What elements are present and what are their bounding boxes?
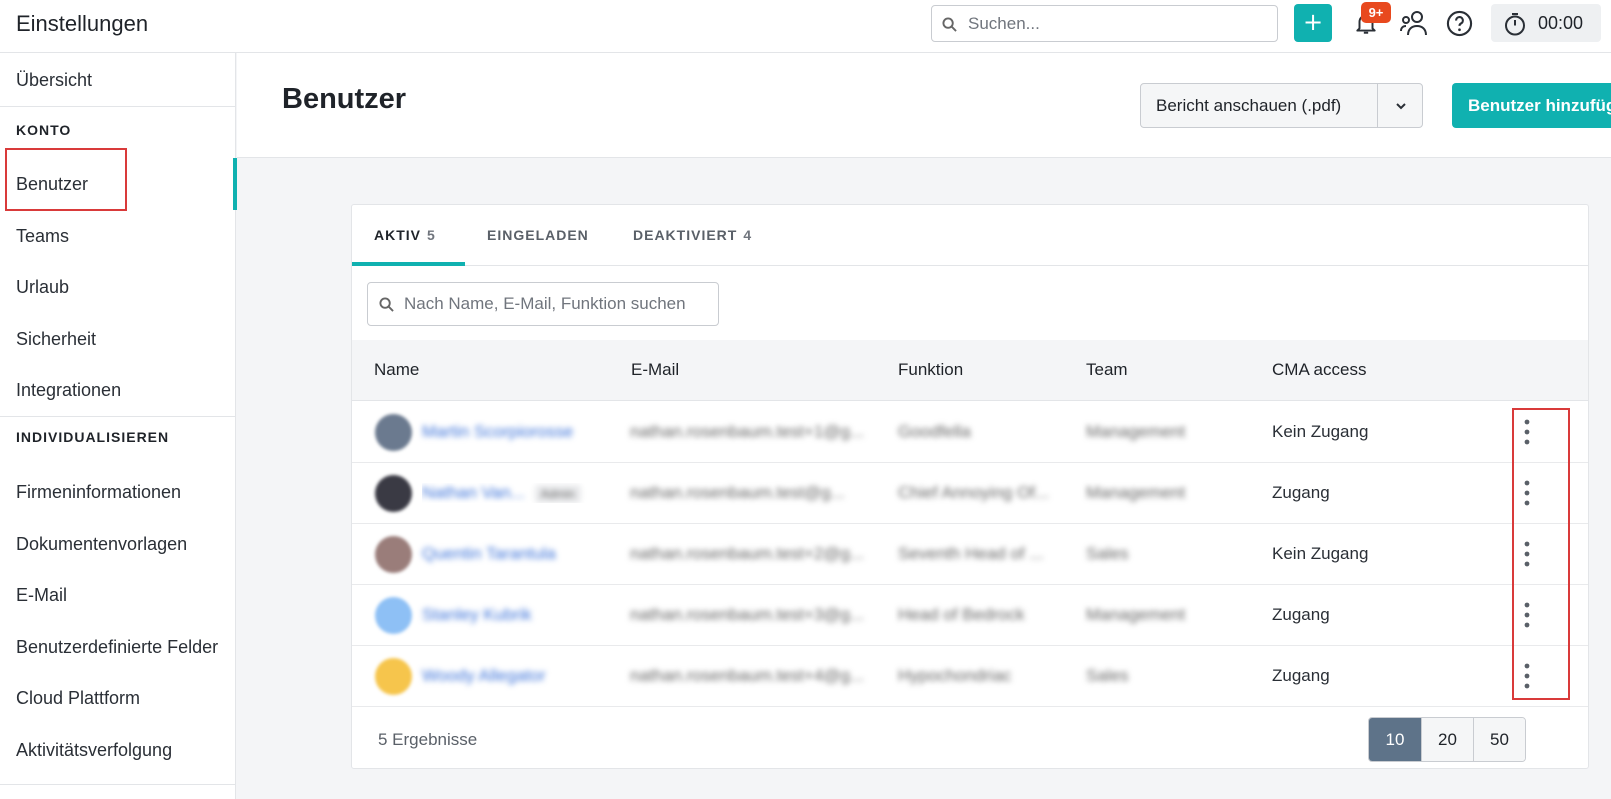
user-filter-input[interactable] [404, 292, 709, 316]
add-new-button[interactable]: + [1294, 4, 1332, 42]
tab-deactivated[interactable]: DEAKTIVIERT 4 [633, 227, 752, 243]
avatar [375, 475, 412, 512]
sidebar-item-overview[interactable]: Übersicht [0, 54, 236, 106]
tab-label: EINGELADEN [487, 227, 589, 243]
table-row[interactable]: Woody Allegator nathan.rosenbaum.test+4@… [352, 646, 1588, 707]
active-tab-indicator [352, 262, 465, 266]
user-function: Head of Bedrock [898, 605, 1025, 624]
report-button-label[interactable]: Bericht anschauen (.pdf) [1156, 96, 1341, 116]
user-name-link[interactable]: Woody Allegator [422, 666, 602, 686]
add-user-button[interactable]: Benutzer hinzufügen [1452, 83, 1611, 128]
user-function: Hypochondriac [898, 666, 1012, 685]
chevron-down-icon [1396, 103, 1406, 110]
cma-access-value: Kein Zugang [1272, 422, 1369, 441]
user-email: nathan.rosenbaum.test+3@g... [630, 605, 865, 624]
global-search[interactable] [931, 5, 1278, 42]
column-header-cma-access[interactable]: CMA access [1272, 360, 1366, 380]
global-search-input[interactable] [968, 12, 1268, 36]
tab-count: 5 [427, 227, 436, 243]
highlight-box [5, 148, 127, 211]
user-email: nathan.rosenbaum.test+1@g... [630, 422, 865, 441]
search-icon [379, 297, 394, 312]
sidebar-item-custom-fields[interactable]: Benutzerdefinierte Felder [0, 621, 236, 673]
highlight-box [1512, 408, 1570, 700]
cma-access-value: Zugang [1272, 483, 1330, 502]
role-badge: Admin [534, 485, 581, 503]
table-row[interactable]: Quentin Tarantula nathan.rosenbaum.test+… [352, 524, 1588, 585]
user-email: nathan.rosenbaum.test+4@g... [630, 666, 865, 685]
cma-access-value: Zugang [1272, 605, 1330, 624]
sidebar-section-account: KONTO [16, 122, 72, 138]
user-name-link[interactable]: Martin Scorpiorosse [422, 422, 602, 442]
avatar [375, 658, 412, 695]
cma-access-value: Zugang [1272, 666, 1330, 685]
people-icon[interactable] [1400, 9, 1430, 37]
users-card: AKTIV 5 EINGELADEN DEAKTIVIERT 4 Name E-Ma… [351, 204, 1589, 769]
user-team: Management [1086, 483, 1186, 502]
column-header-team[interactable]: Team [1086, 360, 1128, 380]
column-header-name[interactable]: Name [374, 360, 419, 380]
user-team: Sales [1086, 544, 1129, 563]
user-team: Management [1086, 605, 1186, 624]
search-icon [942, 17, 957, 32]
sidebar-item-activity-tracking[interactable]: Aktivitätsverfolgung [0, 724, 236, 776]
user-email: nathan.rosenbaum.test@g... [630, 483, 845, 502]
tab-label: AKTIV [374, 227, 421, 243]
sidebar-item-company-info[interactable]: Firmeninformationen [0, 466, 236, 518]
time-tracker-button[interactable]: 00:00 [1491, 4, 1601, 42]
column-header-function[interactable]: Funktion [898, 360, 963, 380]
page-title: Benutzer [282, 83, 407, 115]
avatar [375, 414, 412, 451]
sidebar-divider [0, 106, 236, 107]
user-name-cell: Nathan Van... Admin [422, 483, 612, 503]
column-header-email[interactable]: E-Mail [631, 360, 679, 380]
user-name-link[interactable]: Quentin Tarantula [422, 544, 602, 564]
user-function: Chief Annoying Of... [898, 483, 1050, 502]
sidebar-item-security[interactable]: Sicherheit [0, 313, 236, 365]
table-row[interactable]: Nathan Van... Admin nathan.rosenbaum.test… [352, 463, 1588, 524]
user-function: Goodfella [898, 422, 971, 441]
report-split-button[interactable]: Bericht anschauen (.pdf) [1140, 83, 1423, 128]
sidebar-item-cloud-platform[interactable]: Cloud Plattform [0, 672, 236, 724]
report-dropdown-toggle[interactable] [1377, 84, 1423, 127]
tab-count: 4 [743, 227, 753, 243]
cma-access-value: Kein Zugang [1272, 544, 1369, 563]
user-team: Management [1086, 422, 1186, 441]
page-size-selector: 10 20 50 [1368, 717, 1526, 762]
avatar [375, 597, 412, 634]
tab-active[interactable]: AKTIV 5 [374, 227, 436, 243]
sidebar-item-integrations[interactable]: Integrationen [0, 364, 236, 416]
user-function: Seventh Head of ... [898, 544, 1044, 563]
timer-value: 00:00 [1538, 13, 1584, 33]
tab-invited[interactable]: EINGELADEN [487, 227, 589, 243]
tab-label: DEAKTIVIERT [633, 227, 738, 243]
stopwatch-icon [1505, 13, 1525, 36]
notification-badge: 9+ [1361, 2, 1391, 23]
user-email: nathan.rosenbaum.test+2@g... [630, 544, 865, 563]
sidebar-item-document-templates[interactable]: Dokumentenvorlagen [0, 518, 236, 570]
page-header: Benutzer Bericht anschauen (.pdf) Benutz… [237, 53, 1611, 158]
user-team: Sales [1086, 666, 1129, 685]
sidebar-item-vacation[interactable]: Urlaub [0, 261, 236, 313]
page-size-option[interactable]: 10 [1369, 718, 1421, 761]
help-icon[interactable] [1446, 10, 1473, 37]
user-name-link[interactable]: Nathan Van... [422, 483, 525, 502]
table-header: Name E-Mail Funktion Team CMA access [352, 340, 1588, 401]
page-size-option[interactable]: 20 [1421, 718, 1473, 761]
table-row[interactable]: Stanley Kubrik nathan.rosenbaum.test+3@g… [352, 585, 1588, 646]
result-count: 5 Ergebnisse [378, 730, 478, 749]
sidebar-item-teams[interactable]: Teams [0, 210, 236, 262]
sidebar-divider [0, 416, 236, 417]
table-row[interactable]: Martin Scorpiorosse nathan.rosenbaum.tes… [352, 402, 1588, 463]
page-size-option[interactable]: 50 [1473, 718, 1525, 761]
sidebar-section-customize: INDIVIDUALISIEREN [16, 429, 170, 445]
user-name-link[interactable]: Stanley Kubrik [422, 605, 602, 625]
app-title: Einstellungen [16, 11, 149, 36]
avatar [375, 536, 412, 573]
sidebar-item-email[interactable]: E-Mail [0, 569, 236, 621]
top-bar: Einstellungen + 9+ 00:00 [0, 0, 1611, 53]
user-filter[interactable] [367, 282, 719, 326]
sidebar-divider [0, 784, 236, 785]
status-tabs: AKTIV 5 EINGELADEN DEAKTIVIERT 4 [352, 205, 1588, 266]
